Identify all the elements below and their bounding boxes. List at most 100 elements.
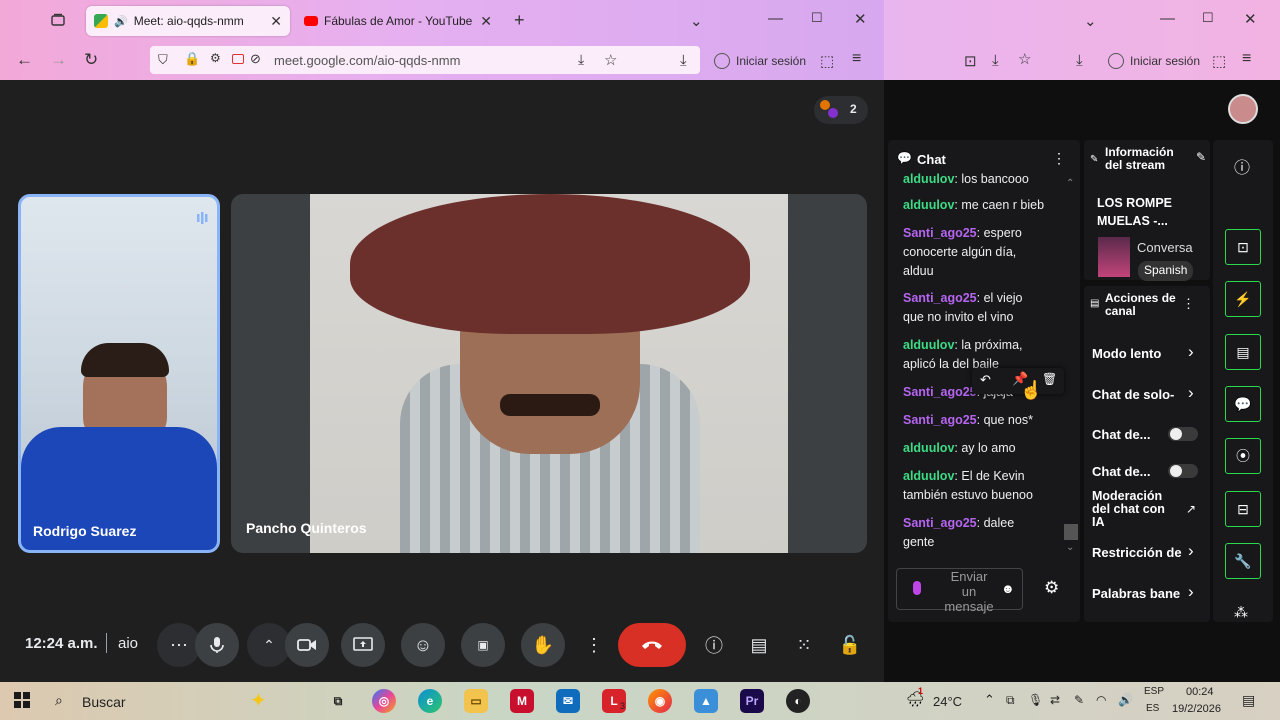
chat-username[interactable]: Santi_ago25 bbox=[903, 385, 977, 399]
camera-button[interactable] bbox=[285, 623, 329, 667]
tray-network-share-icon[interactable]: ⇄ bbox=[1050, 693, 1060, 707]
chat-input[interactable]: Enviar un mensaje ☻ bbox=[896, 568, 1023, 614]
signin-button[interactable]: Iniciar sesión bbox=[714, 53, 806, 69]
permissions-icon[interactable]: ⚙ bbox=[210, 51, 221, 65]
chat-message[interactable]: Santi_ago25: que nos* bbox=[903, 411, 1061, 430]
stream-category[interactable]: Conversa bbox=[1137, 240, 1193, 255]
raise-hand-icon[interactable]: ✋ bbox=[521, 623, 565, 667]
toggle-switch[interactable] bbox=[1168, 464, 1198, 478]
bookmark-star-icon[interactable]: ☆ bbox=[604, 51, 617, 69]
scroll-up-icon[interactable]: ⌃ bbox=[1066, 178, 1074, 189]
undo-icon[interactable]: ↶ bbox=[980, 372, 991, 388]
search-icon[interactable]: ⌕ bbox=[55, 692, 63, 709]
meeting-info-icon[interactable]: ⓘ bbox=[692, 623, 736, 667]
lightning-icon[interactable]: ⚡ bbox=[1225, 281, 1261, 317]
add-action-icon[interactable]: ⁂ bbox=[1234, 604, 1248, 621]
save-page-icon[interactable]: ⤓ bbox=[992, 52, 999, 69]
speaker-icon[interactable]: 🔊 bbox=[114, 15, 128, 28]
extensions-icon[interactable]: ⬚ bbox=[820, 52, 834, 70]
mic-blocked-icon[interactable]: ⊘ bbox=[250, 51, 261, 67]
tab-dropdown-icon[interactable]: ⌄ bbox=[1084, 12, 1097, 30]
toggle-switch[interactable] bbox=[1168, 427, 1198, 441]
new-tab-button[interactable]: + bbox=[514, 10, 525, 31]
more-actions-icon[interactable]: ⋮ bbox=[572, 623, 616, 667]
scroll-down-icon[interactable]: ⌄ bbox=[1066, 542, 1074, 553]
tab-dropdown-icon[interactable]: ⌄ bbox=[690, 12, 703, 30]
close-window-icon[interactable]: ✕ bbox=[1244, 10, 1257, 28]
edit-pencil-icon[interactable]: ✎ bbox=[1196, 150, 1206, 164]
host-controls-icon[interactable]: 🔓 bbox=[828, 623, 872, 667]
tab-list-icon[interactable] bbox=[50, 12, 66, 28]
camera-permission-icon[interactable] bbox=[232, 54, 244, 64]
chat-username[interactable]: Santi_ago25 bbox=[903, 226, 977, 240]
action-restriction[interactable]: Restricción de › bbox=[1092, 541, 1202, 562]
copilot-icon[interactable]: ◎ bbox=[372, 689, 396, 713]
windows-start-icon[interactable] bbox=[14, 692, 30, 713]
tab-youtube[interactable]: Fábulas de Amor - YouTube ✕ bbox=[296, 6, 500, 36]
language-top[interactable]: ESP bbox=[1144, 686, 1164, 697]
participant-tile-pancho[interactable]: Pancho Quinteros bbox=[231, 194, 867, 553]
chat-bubble-icon[interactable]: 💬 bbox=[1225, 386, 1261, 422]
signin-button[interactable]: Iniciar sesión bbox=[1108, 53, 1200, 69]
shield-icon[interactable]: ⛉ bbox=[158, 52, 168, 68]
chat-username[interactable]: alduulov bbox=[903, 441, 954, 455]
tray-device-icon[interactable]: ⧉ bbox=[1006, 693, 1015, 708]
wrench-icon[interactable]: 🔧 bbox=[1225, 543, 1261, 579]
notifications-icon[interactable]: ▤ bbox=[1242, 692, 1255, 709]
chat-username[interactable]: alduulov bbox=[903, 338, 954, 352]
chat-username[interactable]: Santi_ago25 bbox=[903, 291, 977, 305]
language-bottom[interactable]: ES bbox=[1146, 703, 1159, 714]
clip-icon[interactable]: ⊡ bbox=[1225, 229, 1261, 265]
address-bar[interactable]: ⛉ 🔒 ⚙ ⊘ meet.google.com/aio-qqds-nmm ⤓ ☆ bbox=[150, 46, 700, 74]
file-explorer-icon[interactable]: ▭ bbox=[464, 689, 488, 713]
chat-message[interactable]: alduulov: los bancooo bbox=[903, 170, 1029, 189]
temperature[interactable]: 24°C bbox=[933, 694, 962, 709]
action-subscribers-only[interactable]: Chat de solo- › bbox=[1092, 383, 1202, 404]
present-screen-button[interactable] bbox=[341, 623, 385, 667]
chat-message[interactable]: alduulov: ay lo amo bbox=[903, 439, 1061, 458]
document-icon[interactable]: ▤ bbox=[1225, 334, 1261, 370]
chat-message[interactable]: alduulov: me caen r bieb bbox=[903, 196, 1061, 215]
mcafee-icon[interactable]: M bbox=[510, 689, 534, 713]
close-tab-icon[interactable]: ✕ bbox=[480, 13, 492, 30]
premiere-icon[interactable]: Pr bbox=[740, 689, 764, 713]
close-window-icon[interactable]: ✕ bbox=[854, 10, 867, 28]
menu-icon[interactable]: ≡ bbox=[852, 50, 861, 68]
chat-settings-gear-icon[interactable]: ⚙ bbox=[1044, 578, 1059, 598]
back-icon[interactable]: ← bbox=[16, 50, 33, 70]
reload-icon[interactable]: ↻ bbox=[84, 50, 98, 70]
participants-button[interactable]: 2 bbox=[814, 96, 868, 124]
forward-icon[interactable]: → bbox=[50, 50, 67, 70]
screenshot-icon[interactable]: ⊡ bbox=[964, 52, 977, 70]
sparkle-icon[interactable]: ✦ bbox=[250, 688, 267, 713]
bookmark-star-icon[interactable]: ☆ bbox=[1018, 50, 1031, 68]
delete-icon[interactable]: 🗑 bbox=[1042, 372, 1057, 386]
chat-icon[interactable]: ▤ bbox=[737, 623, 781, 667]
chat-username[interactable]: Santi_ago25 bbox=[903, 413, 977, 427]
close-tab-icon[interactable]: ✕ bbox=[270, 13, 282, 30]
action-banned-words[interactable]: Palabras bane › bbox=[1092, 582, 1202, 603]
taskbar-search[interactable]: Buscar bbox=[82, 694, 126, 710]
channel-actions-options-icon[interactable]: ⋮ bbox=[1182, 296, 1195, 312]
broadcast-icon[interactable]: ⦿ bbox=[1225, 438, 1261, 474]
edge-icon[interactable]: e bbox=[418, 689, 442, 713]
emoji-reactions-icon[interactable]: ☺ bbox=[401, 623, 445, 667]
minimize-icon[interactable]: — bbox=[768, 10, 783, 27]
maximize-icon[interactable]: ☐ bbox=[811, 10, 823, 26]
clock-time[interactable]: 00:24 bbox=[1186, 686, 1214, 698]
chat-username[interactable]: Santi_ago25 bbox=[903, 516, 977, 530]
chat-message[interactable]: Santi_ago25: espero conocerte algún día,… bbox=[903, 224, 1033, 281]
action-slow-mode[interactable]: Modo lento › bbox=[1092, 342, 1202, 363]
chat-username[interactable]: alduulov bbox=[903, 469, 954, 483]
end-call-button[interactable] bbox=[618, 623, 686, 667]
extensions-icon[interactable]: ⬚ bbox=[1212, 52, 1226, 70]
download-icon[interactable]: ⤓ bbox=[1076, 52, 1083, 69]
captions-icon[interactable]: ▣ bbox=[461, 623, 505, 667]
tray-pen-icon[interactable]: ✎ bbox=[1074, 693, 1084, 707]
url-text[interactable]: meet.google.com/aio-qqds-nmm bbox=[274, 53, 460, 68]
chat-message[interactable]: Santi_ago25: dalee gente bbox=[903, 514, 1033, 552]
chat-message[interactable]: Santi_ago25: el viejo que no invito el v… bbox=[903, 289, 1033, 327]
participant-tile-rodrigo[interactable]: Rodrigo Suarez bbox=[18, 194, 220, 553]
wifi-icon[interactable]: ◠ bbox=[1096, 693, 1106, 707]
firefox-icon[interactable]: ◉ bbox=[648, 689, 672, 713]
